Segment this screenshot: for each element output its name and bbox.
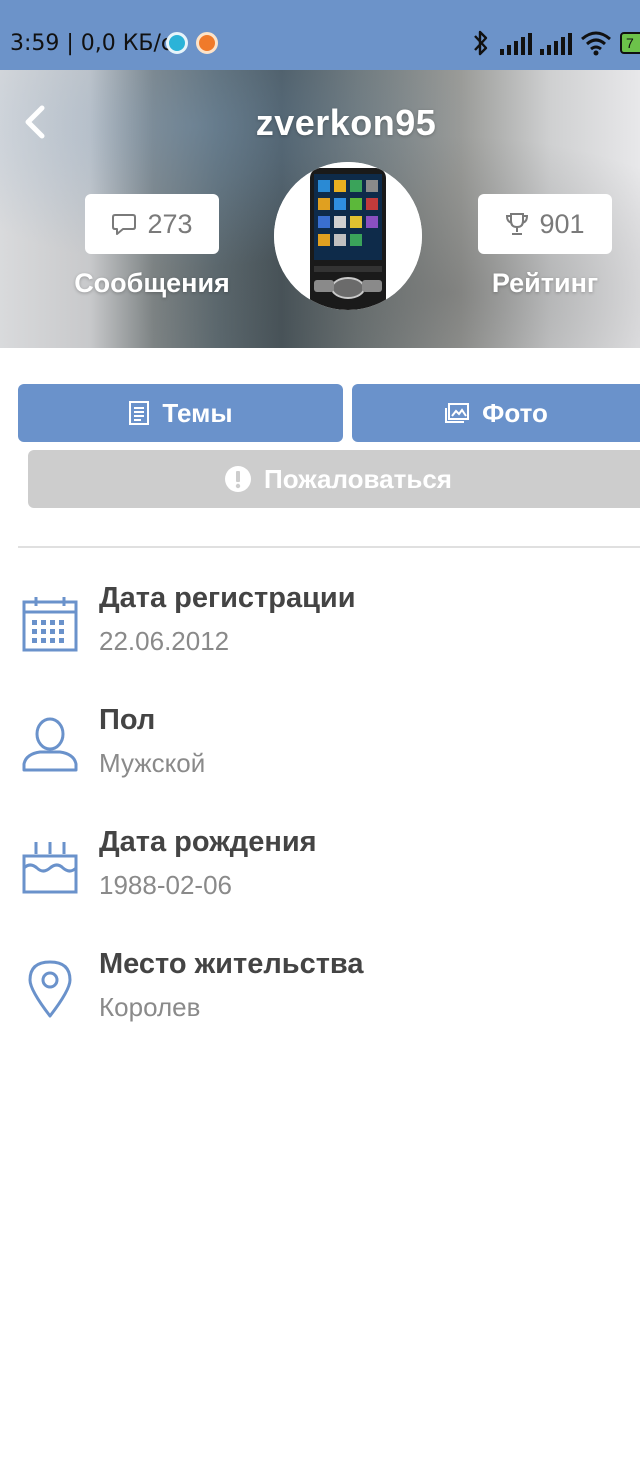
photo-button[interactable]: Фото — [352, 384, 640, 442]
wifi-icon — [581, 31, 611, 56]
info-title: Дата рождения — [99, 826, 317, 858]
trophy-icon — [506, 213, 529, 235]
avatar-phone-image — [274, 162, 422, 310]
messages-count: 273 — [147, 208, 193, 239]
profile-header: zverkon95 ⋮ 273 Сообщения — [0, 70, 640, 348]
status-bar: 3:59 | 0,0 КБ/с 7 — [0, 0, 640, 70]
photo-label: Фото — [482, 397, 548, 428]
info-title: Дата регистрации — [99, 582, 356, 614]
info-value: Мужской — [99, 748, 206, 778]
report-label: Пожаловаться — [264, 463, 452, 494]
calendar-icon — [22, 597, 78, 652]
divider — [18, 546, 640, 548]
document-icon — [129, 401, 150, 425]
rating-stat-button[interactable]: 901 — [478, 194, 612, 254]
info-value: Королев — [99, 992, 201, 1022]
messages-label: Сообщения — [74, 268, 230, 298]
signal-1-icon — [500, 33, 532, 55]
avatar[interactable] — [274, 162, 422, 310]
info-value: 1988-02-06 — [99, 870, 232, 900]
image-icon — [445, 403, 470, 423]
profile-username: zverkon95 — [255, 102, 437, 143]
birth-date-row: Дата рождения 1988-02-06 — [0, 826, 640, 926]
info-title: Место жительства — [99, 948, 364, 980]
status-time: 3:59 | 0,0 КБ/с — [10, 31, 174, 56]
report-button[interactable]: Пожаловаться — [28, 450, 640, 508]
topics-label: Темы — [162, 397, 233, 428]
signal-2-icon — [540, 33, 572, 55]
messages-stat-button[interactable]: 273 — [85, 194, 219, 254]
vpn-icon — [166, 32, 188, 54]
exclamation-circle-icon — [225, 466, 252, 492]
birthday-cake-icon — [22, 842, 78, 894]
bluetooth-icon — [474, 30, 488, 56]
gender-row: Пол Мужской — [0, 704, 640, 804]
location-pin-icon — [28, 960, 72, 1018]
info-value: 22.06.2012 — [99, 626, 230, 656]
battery-icon: 7 — [620, 32, 640, 54]
rating-count: 901 — [539, 208, 585, 239]
message-bubble-icon — [112, 214, 137, 235]
menu-icon[interactable]: ⋮ — [632, 118, 640, 142]
topics-button[interactable]: Темы — [18, 384, 343, 442]
person-icon — [22, 717, 78, 772]
residence-row: Место жительства Королев — [0, 948, 640, 1048]
rating-label: Рейтинг — [491, 268, 599, 298]
info-title: Пол — [99, 704, 156, 736]
registration-date-row: Дата регистрации 22.06.2012 — [0, 582, 640, 682]
notification-app-icon — [196, 32, 218, 54]
